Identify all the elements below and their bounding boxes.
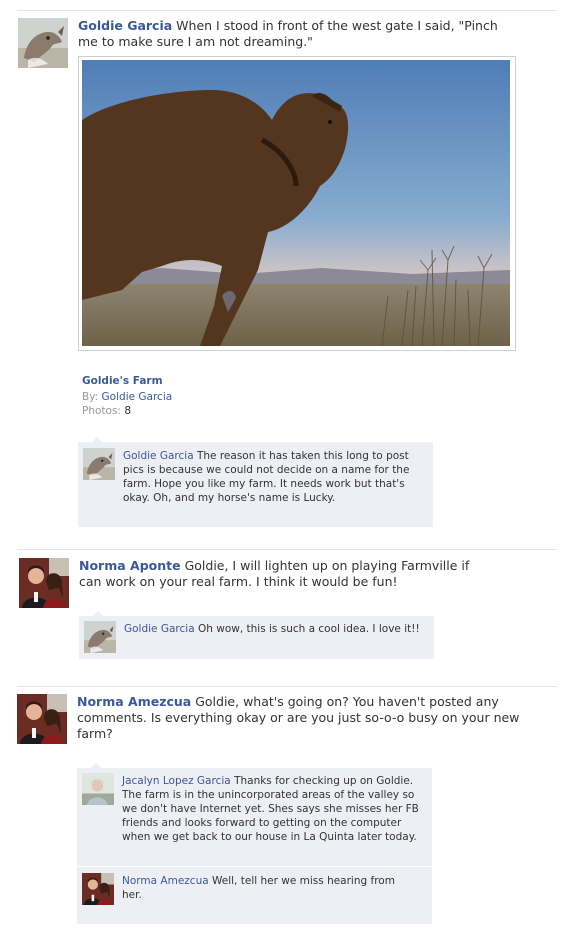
comment-text: we don't have Internet yet. Shes says sh… [122, 803, 419, 815]
post-message: can work on your real farm. I think it w… [79, 574, 398, 589]
post-message: Goldie, I will lighten up on playing Far… [184, 558, 470, 573]
post-text: Norma Amezcua Goldie, what's going on? Y… [77, 694, 547, 742]
post-separator [17, 686, 557, 687]
comment-author-link[interactable]: Jacalyn Lopez Garcia [122, 775, 231, 787]
comment-text: The reason it has taken this long to pos… [196, 450, 409, 462]
comment-avatar[interactable] [84, 621, 116, 653]
profile-photo-icon [84, 621, 116, 653]
post-message: Goldie, what's going on? You haven't pos… [195, 694, 499, 709]
profile-photo-icon [83, 448, 115, 480]
post-message: comments. Is everything okay or are you … [77, 710, 520, 725]
comment-notch [93, 611, 103, 616]
post-message: me to make sure I am not dreaming." [78, 34, 313, 49]
album-by-link[interactable]: Goldie Garcia [102, 391, 173, 403]
comment-notch [91, 763, 101, 768]
album-title-link[interactable]: Goldie's Farm [82, 375, 163, 387]
profile-photo-icon [18, 18, 68, 68]
comment-text: Oh wow, this is such a cool idea. I love… [197, 623, 420, 635]
album-by: By: Goldie Garcia [82, 391, 172, 403]
dog-photo-icon [82, 60, 510, 346]
avatar[interactable] [18, 18, 68, 68]
post-message: farm? [77, 726, 113, 741]
comment-text: Thanks for checking up on Goldie. [234, 775, 414, 787]
album-photo[interactable] [78, 56, 516, 351]
comment-text: her. [122, 889, 142, 901]
top-separator [17, 10, 557, 11]
comment: Jacalyn Lopez Garcia Thanks for checking… [122, 774, 430, 844]
comment-text: farm. Hope you like my farm. It needs wo… [123, 478, 405, 490]
profile-photo-icon [82, 873, 114, 905]
post-message: When I stood in front of the west gate I… [176, 18, 498, 33]
post-separator [17, 549, 557, 550]
comment: Norma Amezcua Well, tell her we miss hea… [122, 874, 422, 902]
album-by-label: By: [82, 391, 99, 403]
comment: Goldie Garcia The reason it has taken th… [123, 449, 428, 505]
author-link[interactable]: Norma Aponte [79, 558, 181, 573]
profile-photo-icon [17, 694, 67, 744]
profile-photo-icon [19, 558, 69, 608]
author-link[interactable]: Goldie Garcia [78, 18, 172, 33]
comment-text: friends and looks forward to getting on … [122, 817, 402, 829]
album-photos-value: 8 [124, 405, 131, 417]
comment-author-link[interactable]: Goldie Garcia [124, 623, 195, 635]
comment-avatar[interactable] [83, 448, 115, 480]
comment-avatar[interactable] [82, 773, 114, 805]
comment: Goldie Garcia Oh wow, this is such a coo… [124, 622, 429, 636]
avatar[interactable] [19, 558, 69, 608]
comment-text: okay. Oh, and my horse's name is Lucky. [123, 492, 336, 504]
post-text: Goldie Garcia When I stood in front of t… [78, 18, 518, 50]
comment-text: Well, tell her we miss hearing from [212, 875, 395, 887]
album-photos-label: Photos: [82, 405, 121, 417]
comment-divider [77, 866, 432, 867]
comment-notch [92, 437, 102, 442]
author-link[interactable]: Norma Amezcua [77, 694, 191, 709]
album-photo-count: Photos: 8 [82, 405, 131, 417]
comment-avatar[interactable] [82, 873, 114, 905]
post-text: Norma Aponte Goldie, I will lighten up o… [79, 558, 519, 590]
comment-text: pics is because we could not decide on a… [123, 464, 410, 476]
comment-text: when we get back to our house in La Quin… [122, 831, 417, 843]
comment-author-link[interactable]: Norma Amezcua [122, 875, 209, 887]
comment-text: The farm is in the unincorporated areas … [122, 789, 415, 801]
avatar[interactable] [17, 694, 67, 744]
comment-author-link[interactable]: Goldie Garcia [123, 450, 194, 462]
profile-photo-icon [82, 773, 114, 805]
